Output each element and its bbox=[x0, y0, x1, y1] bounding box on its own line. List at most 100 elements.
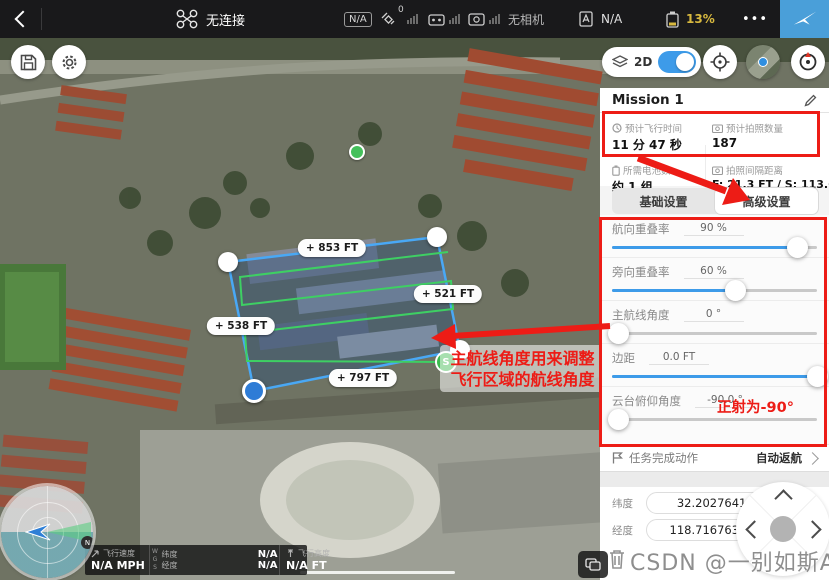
setting-value-input[interactable]: 60 % bbox=[684, 265, 744, 279]
altitude-icon bbox=[286, 549, 295, 558]
ortho-note: 正射为-90° bbox=[717, 396, 794, 417]
speed-icon bbox=[91, 549, 100, 558]
more-dots-icon: ••• bbox=[742, 12, 768, 27]
side-overlap-slider[interactable] bbox=[612, 280, 817, 302]
mission-end-label: 任务完成动作 bbox=[629, 450, 698, 466]
setting-row-gimbal-pitch: 云台俯仰角度 -90.0 ° bbox=[600, 387, 829, 430]
takeoff-button[interactable] bbox=[780, 0, 829, 38]
top-status-bar: 无连接 N/A 0 无相机 N/A bbox=[0, 0, 829, 38]
forward-overlap-slider[interactable] bbox=[612, 237, 817, 259]
camera-count-icon bbox=[712, 124, 723, 133]
wgs-label: WGS bbox=[152, 548, 159, 572]
polygon-vertex[interactable] bbox=[218, 252, 238, 272]
gps-lng-label: 经度 bbox=[162, 560, 178, 571]
mission-end-action-row[interactable]: 任务完成动作 自动返航 bbox=[600, 444, 829, 471]
compass-button[interactable] bbox=[791, 45, 825, 79]
gps-lng-value: N/A bbox=[258, 560, 278, 571]
annotation-tip-box: 主航线角度用来调整 飞行区域的航线角度 bbox=[440, 345, 605, 392]
compass-north-badge: N bbox=[81, 536, 93, 549]
setting-value-input[interactable]: 0 ° bbox=[684, 308, 744, 322]
map-mode-toggle[interactable]: 2D bbox=[602, 47, 701, 77]
edge-length-label[interactable]: + 797 FT bbox=[329, 369, 397, 387]
back-button[interactable] bbox=[10, 0, 36, 38]
speed-label: 飞行速度 bbox=[103, 548, 135, 559]
gps-lat-label: 纬度 bbox=[162, 549, 178, 560]
dpad-right-icon[interactable] bbox=[803, 520, 821, 538]
gps-lat-value: N/A bbox=[258, 549, 278, 560]
waypoint-dot[interactable] bbox=[349, 144, 365, 160]
battery-icon[interactable] bbox=[666, 11, 679, 28]
minimap-button[interactable] bbox=[746, 45, 780, 79]
dpad-left-icon[interactable] bbox=[745, 520, 763, 538]
longitude-label: 经度 bbox=[612, 523, 633, 538]
battery-count-icon bbox=[612, 165, 620, 176]
flight-mode-icon[interactable] bbox=[578, 11, 594, 27]
screenshot-layers-icon bbox=[585, 558, 601, 571]
flight-mode-value: N/A bbox=[601, 0, 622, 38]
satellite-icon bbox=[380, 11, 396, 27]
altitude-value: N/A FT bbox=[286, 559, 330, 572]
edge-length-label[interactable]: + 538 FT bbox=[207, 317, 275, 335]
mission-end-value: 自动返航 bbox=[756, 450, 802, 466]
edit-pencil-icon[interactable] bbox=[804, 94, 817, 107]
gps-signal-badge: N/A bbox=[344, 12, 372, 27]
chevron-right-icon bbox=[806, 452, 819, 465]
annotation-tip-line2: 飞行区域的航线角度 bbox=[450, 369, 594, 390]
stat-label: 所需电池数 bbox=[623, 163, 671, 177]
flag-icon bbox=[612, 452, 623, 464]
edge-length-label[interactable]: + 521 FT bbox=[414, 285, 482, 303]
layers-icon bbox=[612, 55, 628, 69]
rc-signal-bars-icon bbox=[449, 14, 460, 24]
edge-length-label[interactable]: + 853 FT bbox=[298, 239, 366, 257]
setting-label: 航向重叠率 bbox=[612, 221, 670, 237]
slider-thumb[interactable] bbox=[787, 237, 808, 258]
mission-title: Mission 1 bbox=[612, 92, 684, 108]
slider-thumb[interactable] bbox=[725, 280, 746, 301]
margin-slider[interactable] bbox=[612, 366, 817, 388]
more-menu-button[interactable]: ••• bbox=[738, 0, 772, 38]
stat-label: 预计拍照数量 bbox=[726, 121, 783, 135]
drone-icon bbox=[176, 9, 198, 29]
speed-value: N/A MPH bbox=[91, 559, 143, 572]
slider-thumb[interactable] bbox=[807, 366, 828, 387]
altitude-label: 飞行高度 bbox=[298, 548, 330, 559]
telemetry-bar: 飞行速度 N/A MPH WGS 纬度 N/A 经度 N/A 飞行高度 N/A … bbox=[85, 545, 307, 575]
setting-label: 边距 bbox=[612, 350, 635, 366]
annotation-tip-line1: 主航线角度用来调整 bbox=[450, 348, 594, 369]
setting-value-input[interactable]: 0.0 FT bbox=[649, 351, 709, 365]
battery-percent: 13% bbox=[686, 0, 715, 38]
clock-icon bbox=[612, 123, 622, 133]
save-mission-button[interactable] bbox=[11, 45, 45, 79]
stat-label: 预计飞行时间 bbox=[625, 121, 682, 135]
slider-thumb[interactable] bbox=[608, 323, 629, 344]
map-layer-button[interactable] bbox=[578, 551, 608, 578]
mission-settings-button[interactable] bbox=[52, 45, 86, 79]
tab-basic-settings[interactable]: 基础设置 bbox=[612, 188, 715, 214]
aircraft-arrow-icon bbox=[25, 522, 51, 542]
crosshair-icon bbox=[710, 52, 730, 72]
setting-label: 旁向重叠率 bbox=[612, 264, 670, 280]
setting-row-forward-overlap: 航向重叠率 90 % bbox=[600, 215, 829, 258]
advanced-settings-list: 航向重叠率 90 % 旁向重叠率 60 % 主航线角度 0 ° bbox=[600, 215, 829, 444]
slider-thumb[interactable] bbox=[608, 409, 629, 430]
camera-status: 无相机 bbox=[508, 0, 544, 38]
course-angle-slider[interactable] bbox=[612, 323, 817, 345]
tab-advanced-settings[interactable]: 高级设置 bbox=[715, 188, 818, 214]
attitude-compass[interactable]: N bbox=[1, 486, 93, 578]
dpad-center-dot[interactable] bbox=[770, 516, 796, 542]
settings-tabs: 基础设置 高级设置 bbox=[612, 188, 818, 214]
airplane-icon bbox=[792, 8, 818, 30]
locate-button[interactable] bbox=[703, 45, 737, 79]
camera-signal-icon bbox=[468, 12, 485, 26]
latitude-label: 纬度 bbox=[612, 496, 633, 511]
stat-value: 11 分 47 秒 bbox=[612, 136, 682, 153]
gear-icon bbox=[60, 53, 79, 72]
map-mode-label: 2D bbox=[634, 55, 652, 69]
trash-icon bbox=[607, 548, 627, 570]
dpad-up-icon[interactable] bbox=[774, 489, 792, 507]
polygon-vertex[interactable] bbox=[427, 227, 447, 247]
map-2d-switch[interactable] bbox=[658, 51, 696, 73]
minimap-location-dot bbox=[758, 57, 768, 67]
polygon-vertex-selected[interactable] bbox=[242, 379, 266, 403]
setting-value-input[interactable]: 90 % bbox=[684, 222, 744, 236]
